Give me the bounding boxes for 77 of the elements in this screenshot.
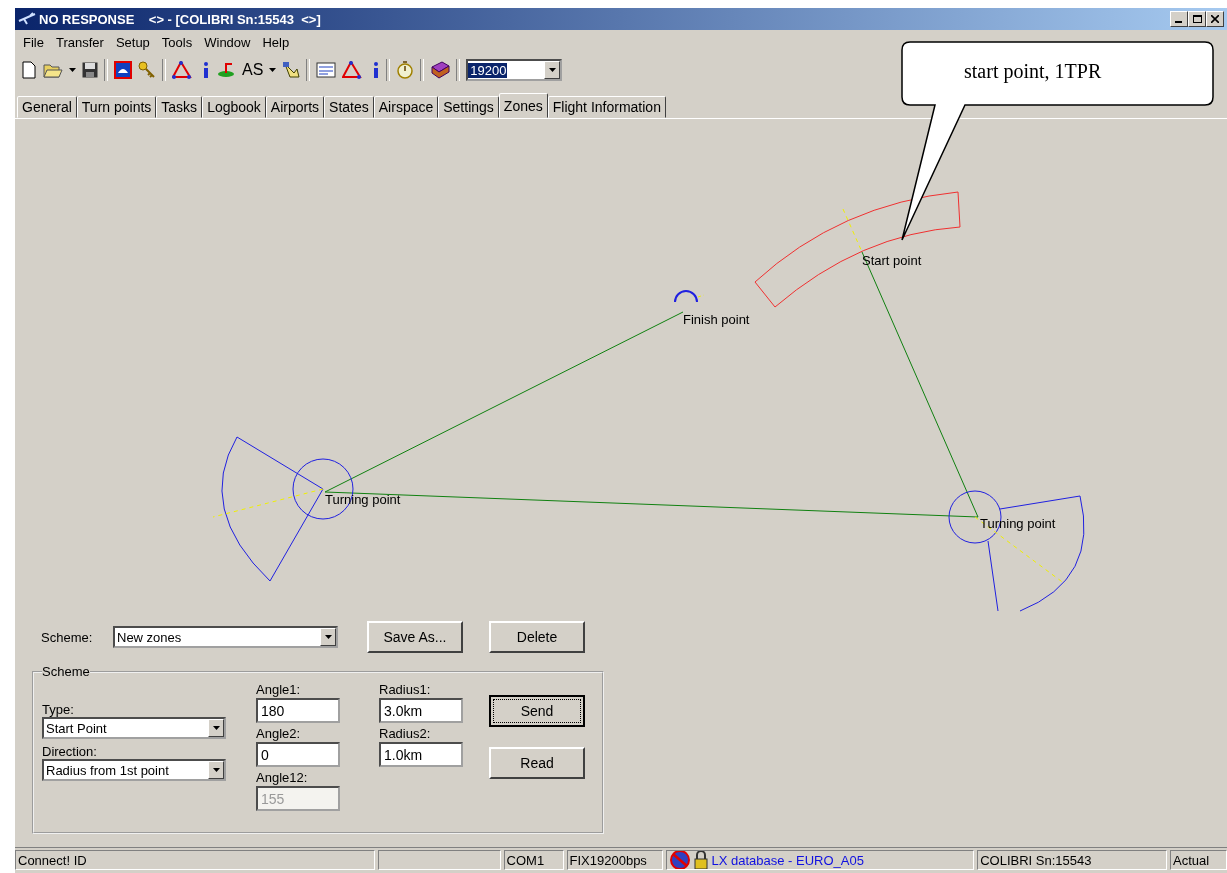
new-file-icon[interactable] — [21, 61, 37, 79]
status-text: FIX19200bps — [569, 852, 647, 868]
padlock-icon — [693, 851, 710, 869]
triangle-icon[interactable] — [342, 61, 363, 79]
direction-dropdown[interactable]: Radius from 1st point — [42, 759, 226, 781]
tab[interactable]: Logbook — [202, 96, 266, 118]
status-text: COLIBRI Sn:15543 — [980, 852, 1092, 868]
toolbar-label[interactable]: AS — [242, 61, 264, 79]
scheme-dropdown[interactable]: New zones — [113, 626, 338, 648]
save-icon[interactable] — [82, 62, 98, 78]
angle-label: Angle2: — [256, 726, 302, 740]
menu-item[interactable]: Tools — [155, 34, 199, 50]
open-folder-icon[interactable] — [43, 61, 63, 79]
dropdown-arrow-icon — [212, 768, 220, 772]
restore-button[interactable] — [1188, 11, 1206, 27]
tab[interactable]: General — [17, 96, 77, 118]
tab[interactable]: Settings — [438, 96, 499, 118]
menu-item[interactable]: File — [17, 34, 50, 50]
angle-field[interactable]: 0 — [256, 742, 340, 767]
group-title: Scheme — [42, 664, 90, 679]
baud-rate-dropdown[interactable]: 19200 — [466, 59, 563, 81]
dropdown-arrow-icon — [324, 635, 332, 639]
window-title: NO RESPONSE <> - [COLIBRI Sn:15543 <>] — [39, 11, 321, 27]
no-signal-icon — [669, 851, 692, 869]
radius-label: Radius1: — [379, 682, 432, 696]
angle-field[interactable]: 180 — [256, 698, 340, 723]
type-dropdown[interactable]: Start Point — [42, 717, 226, 739]
picture-icon[interactable] — [114, 61, 132, 79]
map-icon[interactable] — [316, 61, 337, 79]
direction-label: Direction: — [42, 744, 98, 759]
airport-icon[interactable] — [216, 61, 236, 79]
callout-text: start point, 1TPR — [964, 60, 1102, 83]
radius-field[interactable]: 3.0km — [379, 698, 463, 723]
close-button[interactable] — [1206, 11, 1224, 27]
scheme-label: Scheme: — [41, 629, 94, 645]
menu-item[interactable]: Transfer — [49, 34, 110, 50]
menu-item[interactable]: Window — [198, 34, 257, 50]
book-icon[interactable] — [430, 61, 451, 79]
point-label: Finish point — [683, 312, 750, 327]
type-label: Type: — [42, 702, 75, 717]
triangle-icon[interactable] — [172, 61, 192, 79]
tab[interactable]: Airspace — [373, 96, 439, 118]
scheme-button[interactable]: Save As... — [367, 621, 463, 653]
tab[interactable]: Airports — [265, 96, 325, 118]
caret-icon[interactable] — [69, 68, 76, 72]
action-button[interactable]: Send — [489, 695, 585, 727]
angle-label: Angle12: — [256, 770, 309, 784]
minimize-button[interactable] — [1170, 11, 1188, 27]
status-text: Actual — [1173, 852, 1210, 868]
glider-icon — [18, 12, 36, 26]
finish-zone-drawing — [674, 290, 705, 303]
point-label: Start point — [862, 253, 922, 268]
action-button[interactable]: Read — [489, 747, 585, 779]
tab[interactable]: Zones — [498, 93, 548, 118]
key-icon[interactable] — [138, 61, 156, 79]
database-link[interactable]: LX database - EURO_A05 — [711, 852, 864, 868]
menu-item[interactable]: Setup — [109, 34, 156, 50]
dropdown-arrow-icon — [548, 68, 556, 72]
radius-label: Radius2: — [379, 726, 432, 740]
tab[interactable]: States — [324, 96, 374, 118]
point-label: Turning point — [980, 516, 1056, 531]
tab[interactable]: Turn points — [76, 96, 157, 118]
tab[interactable]: Flight Information — [547, 96, 666, 118]
caret-icon[interactable] — [269, 68, 277, 72]
point-label: Turning point — [325, 492, 401, 507]
restore-icon — [1192, 15, 1202, 23]
stopwatch-icon[interactable] — [396, 61, 415, 79]
status-text: COM1 — [506, 852, 545, 868]
dropdown-arrow-icon — [212, 726, 220, 730]
status-text: Connect! ID — [18, 852, 87, 868]
radius-field[interactable]: 1.0km — [379, 742, 463, 767]
close-icon — [1211, 15, 1219, 23]
hand-icon[interactable] — [282, 61, 301, 79]
tab[interactable]: Tasks — [156, 96, 203, 118]
scheme-button[interactable]: Delete — [489, 621, 585, 653]
angle-label: Angle1: — [256, 682, 302, 696]
menu-item[interactable]: Help — [256, 34, 296, 50]
